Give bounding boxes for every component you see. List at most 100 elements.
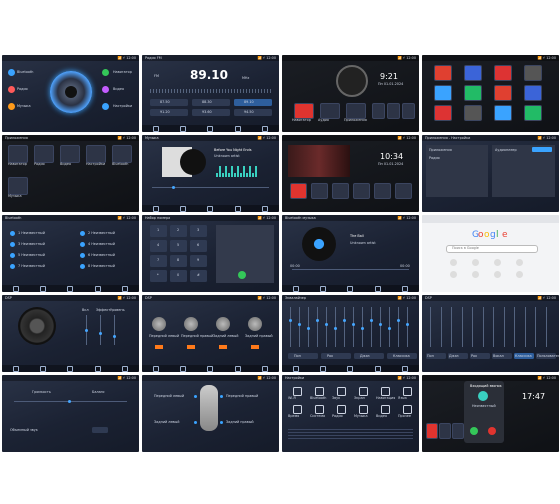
eq-slider[interactable] xyxy=(380,307,381,347)
home-nav-icon[interactable] xyxy=(12,365,19,372)
eq-slider[interactable] xyxy=(430,307,431,347)
settings-icon-10[interactable] xyxy=(359,405,368,414)
app-tile-3[interactable] xyxy=(346,103,366,119)
music-nav-icon[interactable] xyxy=(234,125,241,132)
settings-icon-5[interactable] xyxy=(381,387,390,396)
back-nav-icon[interactable] xyxy=(40,285,47,292)
back-nav-icon[interactable] xyxy=(180,365,187,372)
progress-bar[interactable] xyxy=(152,187,269,188)
video-icon[interactable] xyxy=(434,105,452,121)
right-app-icon-6[interactable] xyxy=(102,103,109,110)
settings-nav-icon[interactable] xyxy=(402,365,409,372)
shortcut-icon[interactable] xyxy=(516,259,523,266)
app-tile-3[interactable] xyxy=(452,423,464,439)
settings-icon-3[interactable] xyxy=(337,387,346,396)
eq-knob[interactable] xyxy=(316,319,319,322)
contact-name-5[interactable]: 5 Неизвестный xyxy=(18,253,45,257)
eq-knob[interactable] xyxy=(361,327,364,330)
music-nav-icon[interactable] xyxy=(234,205,241,212)
app-tile-5[interactable] xyxy=(374,183,391,199)
home-nav-icon[interactable] xyxy=(292,285,299,292)
back-nav-icon[interactable] xyxy=(180,125,187,132)
eq-slider[interactable] xyxy=(472,307,473,347)
left-app-icon-3[interactable] xyxy=(8,103,15,110)
settings-nav-icon[interactable] xyxy=(262,365,269,372)
settings-nav-icon[interactable] xyxy=(402,285,409,292)
shortcut-icon[interactable] xyxy=(516,271,523,278)
shortcut-icon[interactable] xyxy=(450,271,457,278)
shortcut-icon[interactable] xyxy=(450,259,457,266)
shortcut-icon[interactable] xyxy=(494,271,501,278)
home-nav-icon[interactable] xyxy=(12,285,19,292)
app-5[interactable] xyxy=(112,145,132,163)
settings-icon-6[interactable] xyxy=(403,387,412,396)
knob-3[interactable] xyxy=(216,317,230,331)
app-tile-1[interactable] xyxy=(426,423,438,439)
dsp-knob[interactable] xyxy=(113,335,116,338)
contact-name-1[interactable]: 1 Неизвестный xyxy=(18,231,45,235)
apps-nav-icon[interactable] xyxy=(347,285,354,292)
shortcut-icon[interactable] xyxy=(494,259,501,266)
app-tile-2[interactable] xyxy=(311,183,328,199)
eq-slider[interactable] xyxy=(371,307,372,347)
back-nav-icon[interactable] xyxy=(320,365,327,372)
apps-nav-icon[interactable] xyxy=(207,125,214,132)
settings-nav-icon[interactable] xyxy=(262,205,269,212)
contact-name-6[interactable]: 6 Неизвестный xyxy=(88,253,115,257)
contact-name-2[interactable]: 2 Неизвестный xyxy=(88,231,115,235)
eq-slider[interactable] xyxy=(299,307,300,347)
app-tile-1[interactable] xyxy=(294,103,314,119)
eq-knob[interactable] xyxy=(289,319,292,322)
speaker-dot[interactable] xyxy=(220,395,223,398)
bluetooth-icon[interactable] xyxy=(494,105,512,121)
app-tile-2[interactable] xyxy=(320,103,340,119)
dsp-slider-2[interactable] xyxy=(100,315,101,345)
music-nav-icon[interactable] xyxy=(234,365,241,372)
apps-nav-icon[interactable] xyxy=(67,285,74,292)
app-tile-3[interactable] xyxy=(332,183,349,199)
settings-icon-9[interactable] xyxy=(337,405,346,414)
decline-button[interactable] xyxy=(488,427,496,435)
eq-slider[interactable] xyxy=(290,307,291,347)
apps-nav-icon[interactable] xyxy=(347,365,354,372)
eq-slider[interactable] xyxy=(344,307,345,347)
contact-name-7[interactable]: 7 Неизвестный xyxy=(18,264,45,268)
settings-nav-icon[interactable] xyxy=(262,125,269,132)
chrome-icon[interactable] xyxy=(434,65,452,81)
knob-adjust[interactable] xyxy=(219,345,227,349)
eq-preset-2[interactable] xyxy=(321,353,351,359)
eq-slider[interactable] xyxy=(524,307,526,347)
eq-slider[interactable] xyxy=(398,307,399,347)
speaker-dot[interactable] xyxy=(220,421,223,424)
contact-name-8[interactable]: 8 Неизвестный xyxy=(88,264,115,268)
app-tile-6[interactable] xyxy=(395,183,412,199)
app-4[interactable] xyxy=(86,145,106,163)
progress-bar[interactable] xyxy=(292,269,409,270)
home-nav-icon[interactable] xyxy=(292,365,299,372)
right-app-icon-5[interactable] xyxy=(102,86,109,93)
dsp-slider-3[interactable] xyxy=(114,315,115,345)
dsp-knob[interactable] xyxy=(85,329,88,332)
apps-nav-icon[interactable] xyxy=(67,365,74,372)
right-panel-button[interactable] xyxy=(532,147,552,152)
speaker-dot[interactable] xyxy=(194,395,197,398)
music-nav-icon[interactable] xyxy=(374,365,381,372)
app-tile-1[interactable] xyxy=(290,183,307,199)
music-nav-icon[interactable] xyxy=(374,285,381,292)
bluetooth-icon[interactable] xyxy=(434,85,452,101)
call-button[interactable] xyxy=(238,271,246,279)
eq-slider[interactable] xyxy=(353,307,354,347)
eq-slider[interactable] xyxy=(440,307,442,347)
eq-slider[interactable] xyxy=(493,307,494,347)
home-nav-icon[interactable] xyxy=(152,205,159,212)
eq-knob[interactable] xyxy=(343,319,346,322)
eq-knob[interactable] xyxy=(334,327,337,330)
answer-button[interactable] xyxy=(470,427,478,435)
music-nav-icon[interactable] xyxy=(94,365,101,372)
eq-knob[interactable] xyxy=(370,319,373,322)
apps-nav-icon[interactable] xyxy=(207,365,214,372)
app-2[interactable] xyxy=(34,145,54,163)
home-nav-icon[interactable] xyxy=(152,125,159,132)
eq-knob[interactable] xyxy=(379,323,382,326)
apps-nav-icon[interactable] xyxy=(207,205,214,212)
